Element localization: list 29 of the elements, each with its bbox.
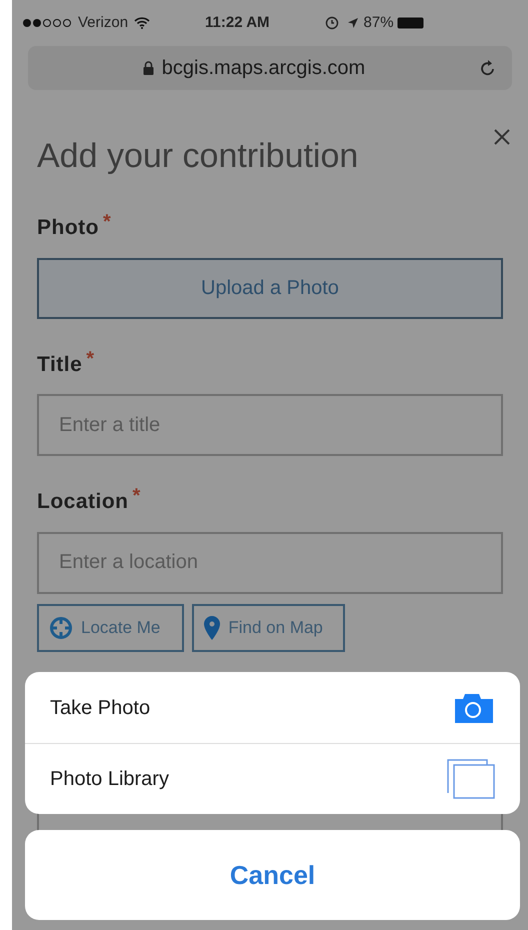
field-label: Title (37, 352, 82, 378)
photo-library-icon (447, 759, 495, 799)
required-asterisk: * (132, 486, 140, 506)
location-arrow-icon (346, 17, 359, 29)
action-sheet-option[interactable]: Photo Library (25, 743, 520, 814)
required-asterisk: * (102, 212, 111, 232)
field-label: Location (37, 489, 128, 515)
close-icon[interactable] (493, 128, 511, 146)
reload-icon[interactable] (480, 59, 496, 77)
required-asterisk: * (86, 348, 94, 368)
input-field[interactable]: Enter a location (37, 532, 503, 594)
alarm-icon (324, 16, 339, 30)
battery-icon (396, 17, 425, 29)
signal-icon (22, 18, 74, 28)
map-pin-icon (204, 616, 220, 640)
battery-percent: 87% (364, 12, 394, 33)
upload-button[interactable]: Upload a Photo (37, 258, 503, 318)
input-field[interactable]: Enter a title (37, 394, 503, 456)
action-sheet-option[interactable]: Take Photo (25, 672, 520, 743)
find-on-map-button[interactable]: Find on Map (192, 604, 345, 652)
field-label: Photo (37, 215, 99, 241)
camera-icon (453, 692, 495, 724)
crosshair-icon (49, 616, 73, 640)
clock-time: 11:22 AM (205, 12, 270, 33)
wifi-icon (134, 17, 150, 29)
form-title: Add your contribution (37, 136, 358, 177)
cancel-button[interactable]: Cancel (25, 830, 520, 920)
locate-me-button[interactable]: Locate Me (37, 604, 184, 652)
carrier-name: Verizon (78, 12, 128, 33)
